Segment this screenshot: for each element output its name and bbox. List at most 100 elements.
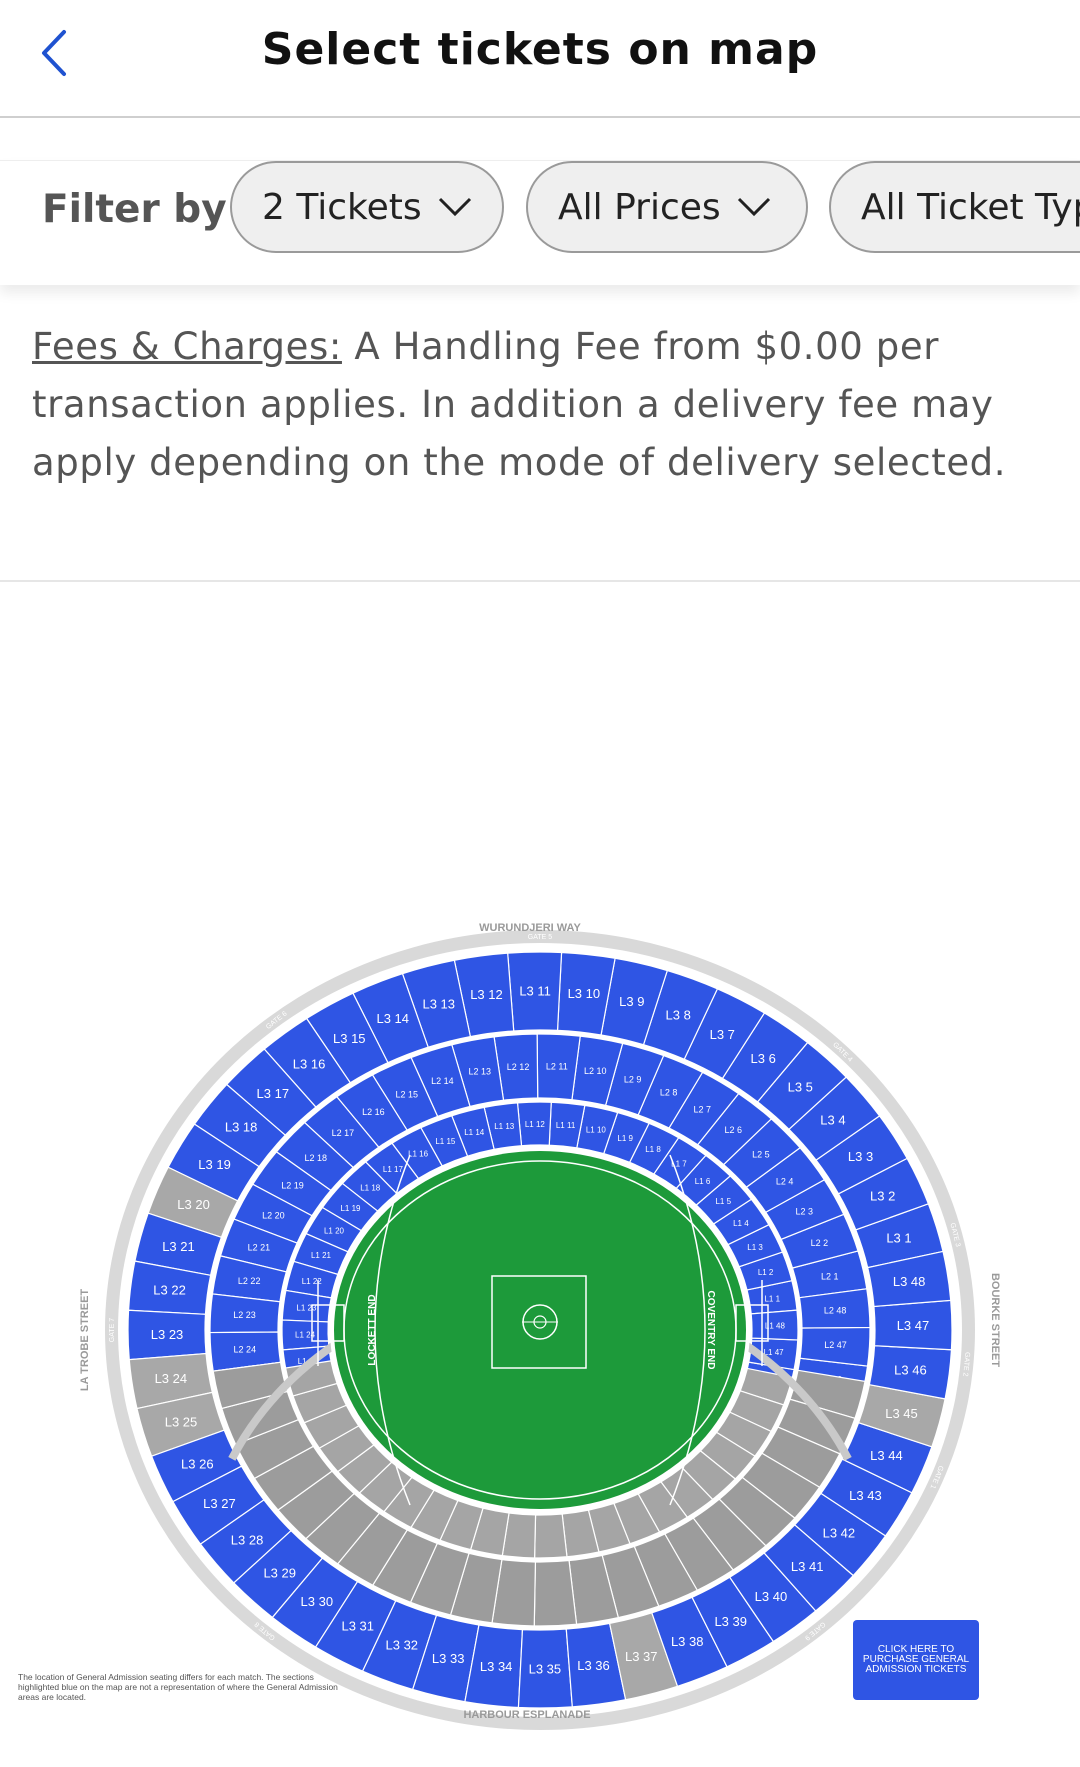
page-title: Select tickets on map: [261, 24, 819, 75]
section-label: L3 11: [519, 984, 551, 999]
section-label: L3 30: [301, 1594, 334, 1609]
section-label: L3 32: [386, 1637, 419, 1652]
section-label: L3 4: [820, 1113, 845, 1128]
section-label: L2 15: [396, 1089, 419, 1099]
section-l2-south[interactable]: [533, 1559, 578, 1627]
section-label: L1 19: [340, 1204, 361, 1213]
section-label: L1 3: [747, 1243, 763, 1252]
section-label: L3 17: [257, 1086, 290, 1101]
section-label: L2 18: [304, 1153, 327, 1163]
section-label: L3 46: [894, 1362, 927, 1377]
section-label: L3 37: [625, 1649, 658, 1664]
section-label: L1 18: [360, 1183, 381, 1192]
section-label: L3 16: [293, 1056, 326, 1071]
section-label: L1 17: [383, 1165, 404, 1174]
section-label: L2 48: [824, 1306, 847, 1316]
section-label: L3 35: [529, 1662, 562, 1677]
section-label: L3 34: [480, 1659, 513, 1674]
general-admission-button[interactable]: CLICK HERE TO PURCHASE GENERAL ADMISSION…: [853, 1620, 979, 1700]
section-label: L3 31: [341, 1618, 374, 1633]
section-label: L3 45: [885, 1406, 918, 1421]
section-label: L3 22: [153, 1283, 186, 1298]
ticket-type-filter-label: All Ticket Typ: [861, 186, 1080, 228]
map-disclaimer: The location of General Admission seatin…: [18, 1672, 338, 1702]
section-label: L2 16: [362, 1107, 385, 1117]
section-label: L2 23: [233, 1310, 256, 1320]
section-label: L3 10: [568, 986, 601, 1001]
section-label: L3 5: [788, 1080, 813, 1095]
gate-label: GATE 7: [109, 1318, 116, 1342]
section-label: L1 16: [408, 1150, 429, 1159]
fees-charges-link[interactable]: Fees & Charges:: [32, 325, 342, 368]
section-label: L2 9: [624, 1074, 642, 1084]
playing-field: [334, 1151, 746, 1509]
section-label: L2 5: [752, 1149, 770, 1159]
tickets-filter-label: 2 Tickets: [262, 186, 422, 228]
section-label: L2 8: [660, 1087, 678, 1097]
section-label: L2 7: [694, 1104, 712, 1114]
section-label: L1 4: [733, 1219, 749, 1228]
section-label: L1 12: [525, 1120, 546, 1129]
section-label: L3 14: [376, 1011, 409, 1026]
section-label: L2 13: [468, 1067, 491, 1077]
section-label: L2 11: [546, 1062, 568, 1072]
section-label: L2 19: [281, 1180, 304, 1190]
section-label: L3 29: [263, 1565, 296, 1580]
section-label: L3 47: [897, 1318, 930, 1333]
street-label-right: BOURKE STREET: [989, 1273, 1001, 1367]
divider: [0, 580, 1080, 582]
section-label: L3 1: [886, 1231, 911, 1246]
filter-label: Filter by: [42, 187, 227, 232]
section-l1-south[interactable]: [533, 1513, 568, 1559]
section-label: L1 15: [435, 1137, 456, 1146]
chevron-down-icon: [737, 197, 770, 217]
section-label: L1 1: [764, 1294, 780, 1303]
section-label: L3 40: [755, 1589, 788, 1604]
section-label: L2 24: [234, 1345, 257, 1355]
section-label: L3 12: [470, 987, 503, 1002]
ticket-type-filter[interactable]: All Ticket Typ: [829, 161, 1080, 253]
street-label-top: WURUNDJERI WAY: [479, 922, 581, 934]
section-label: L3 36: [577, 1658, 610, 1673]
header: Select tickets on map: [0, 0, 1080, 118]
section-label: L2 2: [811, 1238, 829, 1248]
section-label: L2 12: [507, 1062, 530, 1072]
end-label-left: LOCKETT END: [367, 1294, 378, 1365]
street-label-bottom: HARBOUR ESPLANADE: [463, 1709, 590, 1721]
section-label: L2 6: [724, 1125, 742, 1135]
section-label: L3 15: [333, 1031, 366, 1046]
section-label: L3 19: [198, 1157, 231, 1172]
fees-notice: Fees & Charges: A Handling Fee from $0.0…: [32, 318, 1052, 492]
chevron-down-icon: [438, 197, 471, 217]
section-label: L1 21: [311, 1251, 332, 1260]
section-label: L1 8: [645, 1145, 661, 1154]
section-label: L3 26: [181, 1456, 214, 1471]
section-label: L3 7: [710, 1027, 735, 1042]
end-label-right: COVENTRY END: [705, 1291, 716, 1370]
section-label: L1 20: [324, 1227, 345, 1236]
section-label: L3 33: [432, 1651, 465, 1666]
filter-bar: Filter by 2 Tickets All Prices All Ticke…: [0, 160, 1080, 285]
section-label: L3 20: [177, 1197, 210, 1212]
section-label: L1 6: [695, 1177, 711, 1186]
section-label: L3 9: [619, 994, 644, 1009]
section-label: L2 17: [332, 1128, 355, 1138]
section-label: L3 8: [666, 1008, 691, 1023]
section-label: L3 42: [823, 1525, 856, 1540]
section-label: L3 23: [151, 1327, 184, 1342]
general-admission-button-label: CLICK HERE TO PURCHASE GENERAL ADMISSION…: [862, 1644, 970, 1675]
section-label: L2 1: [821, 1271, 839, 1281]
section-label: L1 13: [494, 1122, 515, 1131]
section-label: L3 24: [155, 1371, 188, 1386]
section-label: L3 43: [849, 1488, 882, 1503]
section-label: L3 6: [751, 1051, 776, 1066]
section-label: L1 2: [758, 1268, 774, 1277]
tickets-quantity-filter[interactable]: 2 Tickets: [230, 161, 504, 253]
section-label: L1 11: [556, 1121, 576, 1130]
section-label: L2 10: [584, 1066, 607, 1076]
price-filter-label: All Prices: [558, 186, 721, 228]
street-label-left: LA TROBE STREET: [79, 1289, 91, 1392]
price-filter[interactable]: All Prices: [526, 161, 808, 253]
section-label: L1 9: [617, 1134, 633, 1143]
section-label: L2 22: [238, 1276, 261, 1286]
